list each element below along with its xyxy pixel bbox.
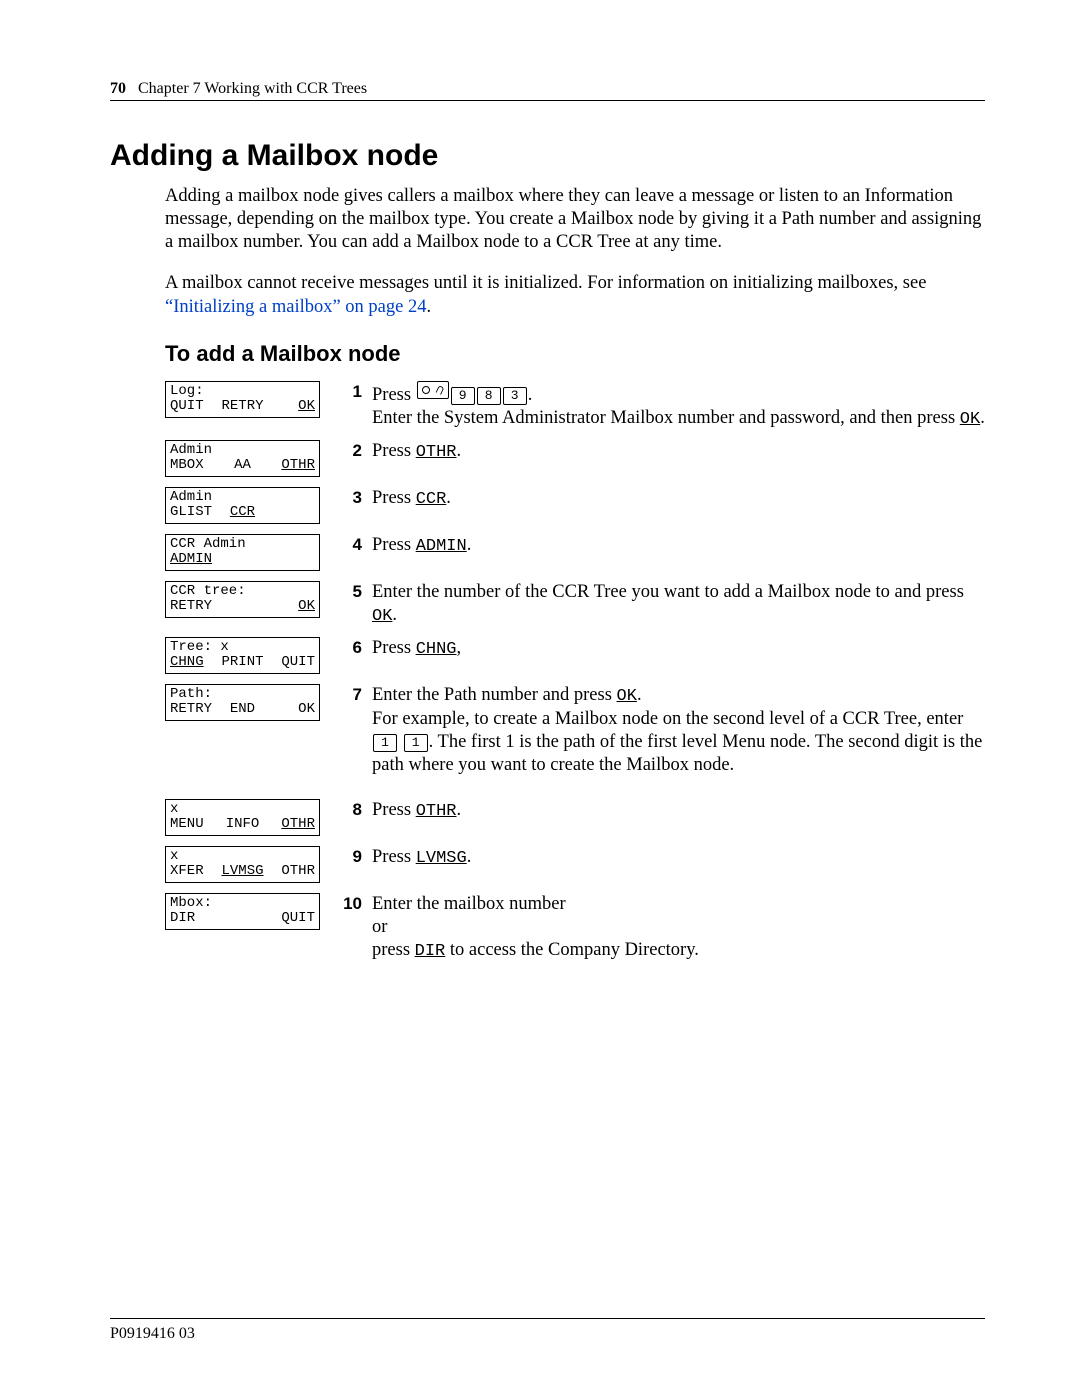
intro-p2-pre: A mailbox cannot receive messages until …	[165, 273, 926, 293]
section-title: Adding a Mailbox node	[110, 139, 985, 173]
chng-softkey-label: CHNG	[416, 640, 457, 659]
othr-softkey-label: OTHR	[416, 443, 457, 462]
lcd-display: x XFER LVMSG OTHR	[165, 846, 320, 883]
lcd-display: Path: RETRY END OK	[165, 684, 320, 721]
lcd-display: Tree: x CHNG PRINT QUIT	[165, 637, 320, 674]
step-5: CCR tree: RETRY OK 5 Enter the number of…	[165, 581, 985, 627]
lcd-softkeys: QUIT RETRY OK	[170, 399, 315, 414]
key-1: 1	[404, 734, 428, 752]
step-10: Mbox: DIR QUIT 10 Enter the mailbox numb…	[165, 893, 985, 963]
ccr-softkey-label: CCR	[416, 490, 447, 509]
step-6: Tree: x CHNG PRINT QUIT 6 Press CHNG,	[165, 637, 985, 674]
key-8: 8	[477, 387, 501, 405]
step-2: Admin MBOX AA OTHR 2 Press OTHR.	[165, 440, 985, 477]
softkey-left: QUIT	[170, 399, 218, 414]
initializing-mailbox-link[interactable]: “Initializing a mailbox” on page 24	[165, 297, 426, 317]
lvmsg-softkey-label: LVMSG	[416, 849, 467, 868]
intro-block: Adding a mailbox node gives callers a ma…	[165, 185, 985, 319]
document-id: P0919416 03	[110, 1325, 195, 1342]
page-header: 70 Chapter 7 Working with CCR Trees	[110, 80, 985, 101]
intro-p2-post: .	[426, 297, 431, 317]
lcd-display: CCR Admin ADMIN	[165, 534, 320, 571]
ok-softkey-label: OK	[960, 410, 980, 429]
lcd-display: Log: QUIT RETRY OK	[165, 381, 320, 418]
lcd-display: x MENU INFO OTHR	[165, 799, 320, 836]
ok-softkey-label: OK	[617, 687, 637, 706]
lcd-display: Admin GLIST CCR	[165, 487, 320, 524]
ok-softkey-label: OK	[372, 607, 392, 626]
chapter-title: Chapter 7 Working with CCR Trees	[138, 80, 367, 97]
step-8: x MENU INFO OTHR 8 Press OTHR.	[165, 799, 985, 836]
lcd-display: Admin MBOX AA OTHR	[165, 440, 320, 477]
key-3: 3	[503, 387, 527, 405]
step-number: 1	[324, 381, 372, 402]
othr-softkey-label: OTHR	[416, 802, 457, 821]
lcd-display: CCR tree: RETRY OK	[165, 581, 320, 618]
step-3: Admin GLIST CCR 3 Press CCR.	[165, 487, 985, 524]
lcd-line-1: Log:	[170, 384, 315, 399]
lcd-display: Mbox: DIR QUIT	[165, 893, 320, 930]
step-1: Log: QUIT RETRY OK 1 Press 983. Enter th…	[165, 381, 985, 430]
softkey-center: RETRY	[218, 399, 266, 414]
dir-softkey-label: DIR	[415, 942, 446, 961]
step-4: CCR Admin ADMIN 4 Press ADMIN.	[165, 534, 985, 571]
procedure-title: To add a Mailbox node	[165, 341, 985, 367]
intro-paragraph-2: A mailbox cannot receive messages until …	[165, 272, 985, 318]
admin-softkey-label: ADMIN	[416, 537, 467, 556]
key-1: 1	[373, 734, 397, 752]
page-number: 70	[110, 80, 126, 97]
page-footer: P0919416 03	[110, 1318, 985, 1343]
step-7: Path: RETRY END OK 7 Enter the Path numb…	[165, 684, 985, 777]
step-9: x XFER LVMSG OTHR 9 Press LVMSG.	[165, 846, 985, 883]
feature-key-icon	[417, 381, 449, 399]
key-9: 9	[451, 387, 475, 405]
intro-paragraph-1: Adding a mailbox node gives callers a ma…	[165, 185, 985, 254]
step-text: Press 983. Enter the System Administrato…	[372, 381, 985, 430]
softkey-right: OK	[267, 399, 315, 414]
steps-list: Log: QUIT RETRY OK 1 Press 983. Enter th…	[165, 381, 985, 963]
